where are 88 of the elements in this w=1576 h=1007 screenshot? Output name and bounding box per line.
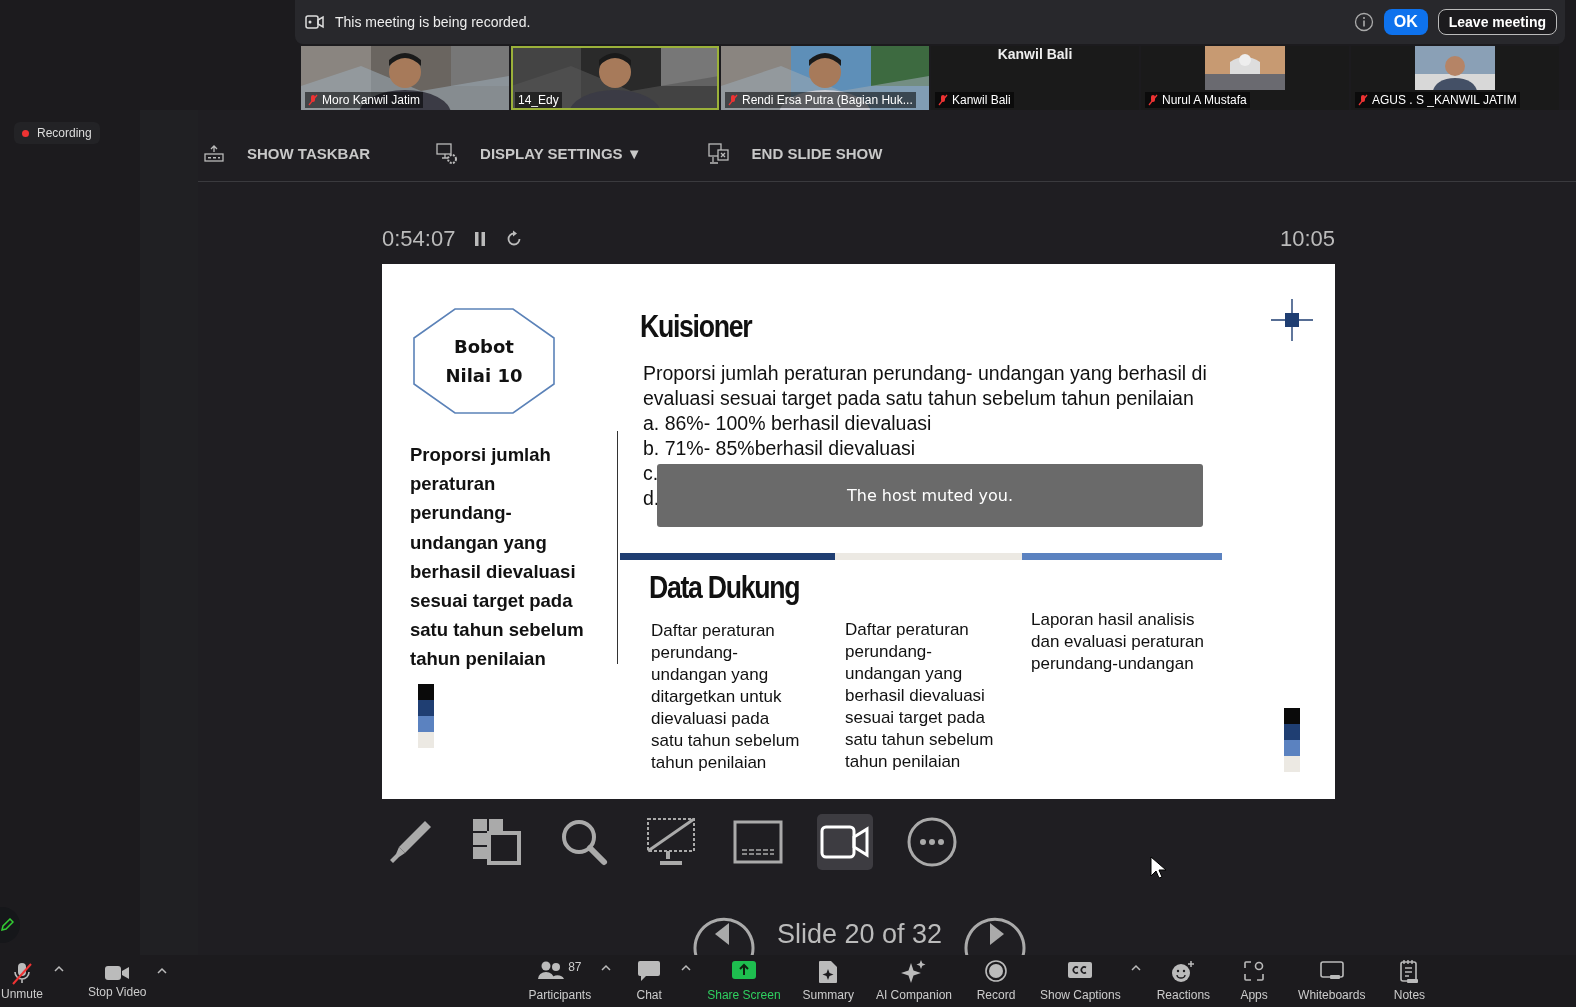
answer-option: b. 71%- 85%berhasil dievaluasi [643,436,916,461]
toolbar-button[interactable]: Reactions [1148,960,1219,1002]
muted-mic-icon [728,94,738,106]
magnifier-icon [559,817,609,867]
section-title: Data Dukung [649,569,801,607]
slide-tool-button[interactable] [817,814,873,870]
mouse-cursor-icon [1150,856,1166,880]
recording-indicator: Recording [14,122,100,144]
participant-tile[interactable]: 14_Edy [511,46,719,110]
notepad-icon [1399,960,1420,984]
display-settings-icon [436,142,459,165]
caret-icon[interactable] [54,965,64,973]
more-icon [907,817,957,867]
slideshow-menu-item[interactable]: DISPLAY SETTINGS ▼ [436,142,642,165]
participant-tile[interactable]: AGUS . S _KANWIL JATIM [1351,46,1559,110]
taskbar-icon [203,144,225,163]
participant-name: Nurul A Mustafa [1162,93,1247,107]
elapsed-time: 0:54:07 [382,226,456,252]
toolbar-button[interactable]: Chat [619,960,694,1002]
participant-tile[interactable]: Rendi Ersa Putra (Bagian Huk... [721,46,929,110]
hide-screen-icon [646,817,696,867]
participant-tile[interactable]: Nurul A Mustafa [1141,46,1349,110]
toolbar-button[interactable]: Unmute [0,961,66,1001]
leave-meeting-button[interactable]: Leave meeting [1437,9,1557,35]
info-icon[interactable] [1353,12,1374,32]
slideshow-menu-item[interactable]: SHOW TASKBAR [203,144,371,163]
muted-mic-icon [1148,94,1158,106]
toolbar-button[interactable]: 87 Participants [520,960,614,1002]
indicator-text: Proporsi jumlah peraturan perundang- undangan yang berhasil dievaluasi sesuai target pada satu tahun sebelum tahun penilaian [410,443,585,672]
ok-button[interactable]: OK [1383,9,1428,35]
people-icon [538,960,565,980]
smiley-icon [1171,960,1196,984]
weight-label: Bobot Nilai 10 [445,335,523,388]
toolbar-button[interactable]: Stop Video [88,963,169,999]
end-show-icon [707,142,730,165]
sparkle-icon [900,960,927,984]
caret-icon[interactable] [156,967,167,975]
caret-icon[interactable] [601,964,612,972]
camera-icon [305,15,325,29]
caret-icon[interactable] [1130,964,1141,972]
answer-option: c. [643,461,659,486]
pause-icon[interactable] [473,231,488,247]
toolbar-button[interactable]: Record [966,960,1026,1002]
color-swatch-drawing [1284,708,1300,772]
toolbar-button[interactable]: Notes [1379,960,1440,1002]
video-camera-icon [104,963,131,983]
whiteboard-icon [1319,960,1344,982]
support-text: Daftar peraturan perundang- undangan yang ditargetkan untuk dievaluasi pada satu tahun sebelum tahun penilaian [651,620,801,774]
muted-mic-icon [308,94,318,106]
toolbar-button[interactable]: Apps [1224,960,1285,1002]
clock-time: 10:05 [1279,226,1335,252]
record-icon [985,960,1007,982]
participant-tile[interactable]: Moro Kanwil Jatim [301,46,509,110]
notification-toast: The host muted you. [657,464,1203,527]
participant-name: AGUS . S _KANWIL JATIM [1372,93,1517,107]
participant-name: Kanwil Bali [952,93,1011,107]
color-swatch-drawing [418,683,434,748]
answer-option: d. [643,486,660,511]
slideshow-menu-item[interactable]: END SLIDE SHOW [707,142,883,165]
participant-name: Moro Kanwil Jatim [322,93,421,107]
toolbar-button[interactable]: Show Captions [1032,960,1143,1002]
slide-title: Kuisioner [640,308,753,346]
muted-mic-icon [10,961,34,985]
chat-icon [637,960,662,982]
caret-icon[interactable] [681,964,692,972]
banner-message: This meeting is being recorded. [335,14,531,30]
support-text: Laporan hasil analisis dan evaluasi peraturan perundang-undangan [1031,609,1205,675]
participant-count: 87 [568,960,582,974]
crosshair-icon [1271,299,1313,341]
support-text: Daftar peraturan perundang- undangan yang berhasil dievaluasi sesuai target pada satu tahun sebelum tahun penilaian [845,619,995,773]
toolbar-button[interactable]: AI Companion [867,960,960,1002]
share-screen-icon [730,960,757,980]
participant-name: Rendi Ersa Putra (Bagian Huk... [742,93,913,107]
toolbar-button[interactable]: Whiteboards [1290,960,1374,1002]
document-sparkle-icon [818,960,839,984]
slide-counter: Slide 20 of 32 [777,919,943,950]
toolbar-button[interactable]: Summary [794,960,862,1002]
muted-mic-icon [938,94,948,106]
participant-title: Kanwil Bali [997,46,1073,62]
cc-icon [1067,960,1094,980]
muted-mic-icon [1358,94,1368,106]
participant-name: 14_Edy [518,93,559,107]
apps-icon [1243,960,1266,982]
pencil-icon [0,918,14,932]
participant-tile[interactable]: Kanwil Bali Kanwil Bali [931,46,1139,110]
toolbar-button[interactable]: Share Screen [699,960,789,1002]
answer-option: a. 86%- 100% berhasil dievaluasi [643,411,932,436]
thumbnails-icon [472,817,522,867]
